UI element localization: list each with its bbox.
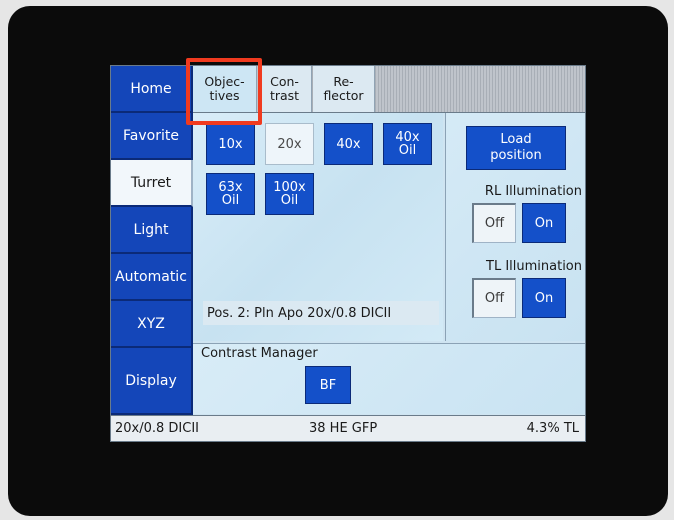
touch-screen: Home Favorite Turret Light Automatic XYZ… <box>110 65 586 442</box>
load-position-button[interactable]: Load position <box>466 126 566 170</box>
status-filter: 38 HE GFP <box>309 421 378 436</box>
tab-contrast[interactable]: Con- trast <box>258 66 312 112</box>
contrast-manager-panel: Contrast Manager BF <box>193 343 585 414</box>
rl-illumination-label: RL Illumination <box>484 184 582 199</box>
status-light: 4.3% TL <box>526 421 579 436</box>
brightfield-button[interactable]: BF <box>305 366 351 404</box>
nav-favorite-button[interactable]: Favorite <box>111 113 193 160</box>
contrast-manager-title: Contrast Manager <box>201 346 318 361</box>
highlight-box <box>186 58 262 125</box>
tl-off-button[interactable]: Off <box>472 278 516 318</box>
objectives-panel: 10x 20x 40x 40x Oil 63x Oil 100x Oil Pos… <box>193 113 443 341</box>
objective-20x-button[interactable]: 20x <box>265 123 314 165</box>
nav-turret-button[interactable]: Turret <box>111 160 193 207</box>
status-objective: 20x/0.8 DICII <box>115 421 200 436</box>
objective-40x-oil-button[interactable]: 40x Oil <box>383 123 432 165</box>
objective-10x-button[interactable]: 10x <box>206 123 255 165</box>
nav-xyz-button[interactable]: XYZ <box>111 301 193 348</box>
objective-100x-oil-button[interactable]: 100x Oil <box>265 173 314 215</box>
rl-on-button[interactable]: On <box>522 203 566 243</box>
illumination-panel: Load position RL Illumination Off On TL … <box>445 113 585 341</box>
nav-automatic-button[interactable]: Automatic <box>111 254 193 301</box>
nav-display-button[interactable]: Display <box>111 348 193 415</box>
nav-light-button[interactable]: Light <box>111 207 193 254</box>
rl-off-button[interactable]: Off <box>472 203 516 243</box>
objective-position-label: Pos. 2: Pln Apo 20x/0.8 DICII <box>203 301 439 325</box>
tl-illumination-label: TL Illumination <box>486 259 582 274</box>
objective-63x-oil-button[interactable]: 63x Oil <box>206 173 255 215</box>
objective-40x-button[interactable]: 40x <box>324 123 373 165</box>
tl-on-button[interactable]: On <box>522 278 566 318</box>
status-bar: 20x/0.8 DICII 38 HE GFP 4.3% TL <box>111 415 585 441</box>
nav-home-button[interactable]: Home <box>111 66 193 113</box>
tab-reflector[interactable]: Re- flector <box>313 66 375 112</box>
